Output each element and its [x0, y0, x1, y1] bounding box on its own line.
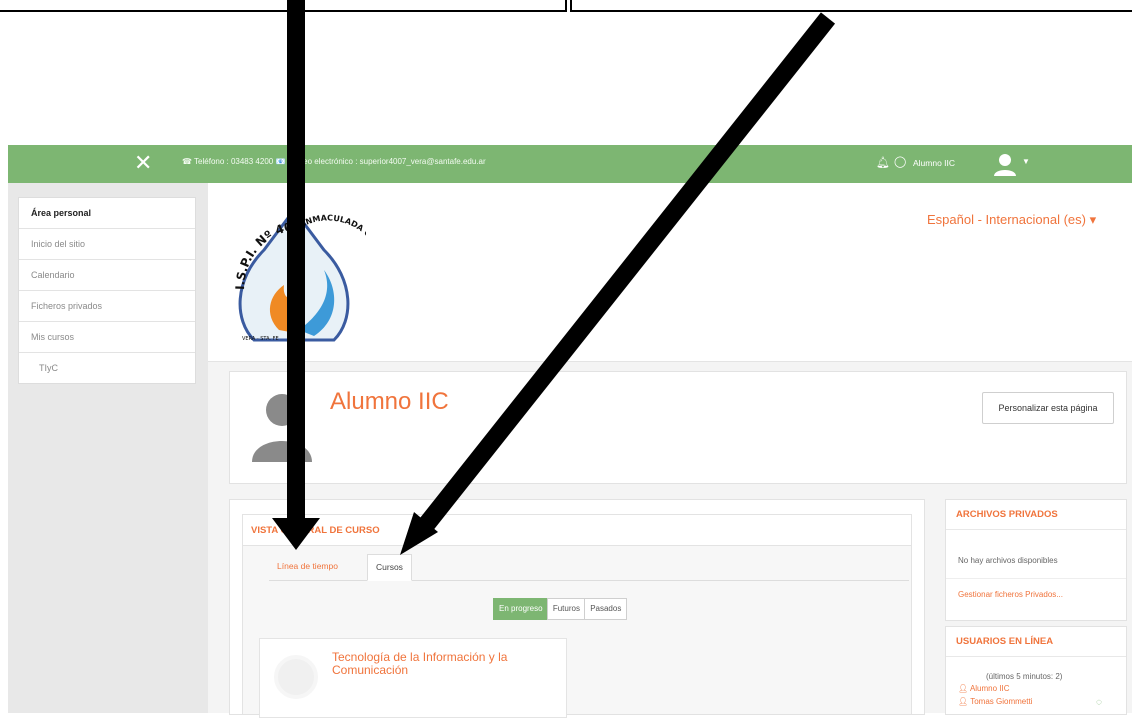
tab-timeline[interactable]: Línea de tiempo: [269, 554, 346, 579]
profile-name: Alumno IIC: [330, 388, 449, 415]
sidebar-item-mis-cursos[interactable]: Mis cursos: [19, 322, 195, 353]
course-filter-group: En progreso Futuros Pasados: [493, 598, 628, 620]
course-overview-header: VISTA GENERAL DE CURSO: [242, 514, 912, 546]
course-overview-block: VISTA GENERAL DE CURSO Línea de tiempo C…: [229, 499, 925, 718]
table-cell-left: [0, 0, 567, 12]
profile-card: Alumno IIC Personalizar esta página: [229, 371, 1127, 484]
filter-past-button[interactable]: Pasados: [584, 598, 628, 620]
private-files-block: ARCHIVOS PRIVADOS No hay archivos dispon…: [945, 499, 1127, 621]
chat-icon[interactable]: ◯: [894, 155, 906, 168]
language-selector[interactable]: Español - Internacional (es) ▾: [927, 212, 1096, 228]
online-user-item[interactable]: 👤︎ Alumno IIC: [958, 684, 1010, 693]
online-user-item[interactable]: 👤︎ Tomas Giommetti: [958, 697, 1032, 706]
user-icon: 👤︎: [958, 684, 969, 693]
private-files-empty-text: No hay archivos disponibles: [958, 556, 1058, 565]
online-users-block: USUARIOS EN LÍNEA (últimos 5 minutos: 2)…: [945, 626, 1127, 715]
logo-text-bottom: VERA - STA. FE: [242, 336, 279, 342]
contact-info: ☎ Teléfono : 03483 4200 📧 Correo electró…: [182, 157, 486, 166]
bell-icon[interactable]: 🔔︎: [876, 156, 890, 169]
send-message-icon[interactable]: ◌: [1096, 697, 1102, 708]
filter-in-progress-button[interactable]: En progreso: [493, 598, 549, 620]
document-table-border: [0, 0, 1132, 14]
online-users-title: USUARIOS EN LÍNEA: [946, 627, 1126, 657]
table-cell-right: [570, 0, 1132, 12]
private-files-title: ARCHIVOS PRIVADOS: [946, 500, 1126, 530]
sidebar-nav: Área personal Inicio del sitio Calendari…: [18, 197, 196, 384]
course-title-link[interactable]: Tecnología de la Información y la Comuni…: [332, 651, 562, 677]
institution-logo[interactable]: I.S.P.I. Nº 4007 INMACULADA CONCEPCIÓN V…: [224, 190, 366, 352]
sidebar-item-area-personal[interactable]: Área personal: [19, 198, 195, 229]
user-icon: 👤︎: [958, 697, 969, 706]
tab-courses[interactable]: Cursos: [367, 554, 412, 581]
course-overview-body: Línea de tiempo Cursos En progreso Futur…: [242, 546, 912, 718]
close-icon[interactable]: ✕: [134, 151, 152, 175]
filter-future-button[interactable]: Futuros: [546, 598, 586, 620]
online-users-meta: (últimos 5 minutos: 2): [986, 672, 1063, 681]
top-navbar: ✕ ☎ Teléfono : 03483 4200 📧 Correo elect…: [8, 145, 1132, 183]
sidebar-item-ficheros-privados[interactable]: Ficheros privados: [19, 291, 195, 322]
manage-private-files-link[interactable]: Gestionar ficheros Privados...: [958, 590, 1063, 599]
online-user-name[interactable]: Alumno IIC: [970, 684, 1010, 693]
sidebar-item-calendario[interactable]: Calendario: [19, 260, 195, 291]
course-overview-tabs: Línea de tiempo Cursos: [269, 554, 909, 581]
customize-page-button[interactable]: Personalizar esta página: [982, 392, 1114, 424]
course-card[interactable]: Tecnología de la Información y la Comuni…: [259, 638, 567, 718]
user-menu-name[interactable]: Alumno IIC: [913, 158, 955, 168]
sidebar-item-tiyc[interactable]: TIyC: [19, 353, 195, 383]
chevron-down-icon[interactable]: ▼: [1022, 157, 1030, 166]
divider: [946, 578, 1126, 579]
course-overview-title: VISTA GENERAL DE CURSO: [251, 525, 380, 536]
user-avatar-icon[interactable]: [992, 151, 1018, 177]
online-user-name[interactable]: Tomas Giommetti: [970, 697, 1032, 706]
course-progress-circle: [274, 655, 318, 699]
profile-avatar-icon: [252, 394, 312, 462]
sidebar-item-inicio-sitio[interactable]: Inicio del sitio: [19, 229, 195, 260]
